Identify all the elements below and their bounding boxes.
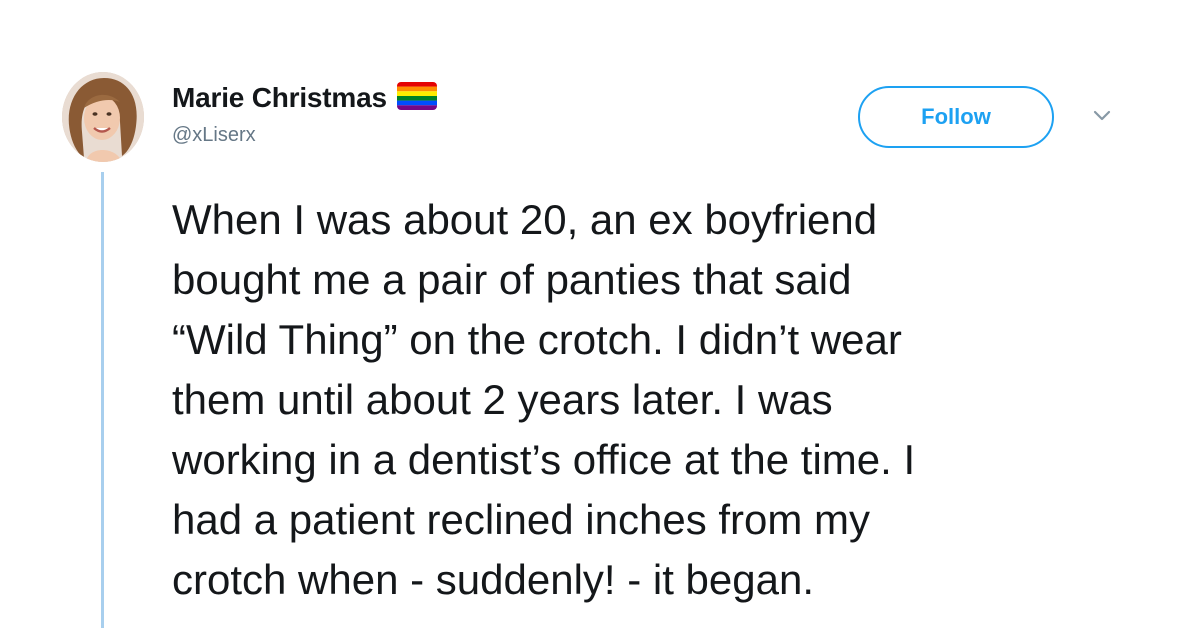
tweet-text-line: working in a dentist’s office at the tim… (172, 436, 916, 483)
thread-line (101, 172, 104, 628)
tweet-text-line: crotch when - suddenly! - it began. (172, 556, 815, 603)
rainbow-flag-icon (396, 82, 437, 110)
chevron-down-icon[interactable] (1090, 106, 1114, 126)
tweet-card: Marie Christmas @xLiserx Follow When I w… (0, 0, 1200, 628)
author-name-row: Marie Christmas (172, 78, 437, 118)
tweet-text: When I was about 20, an ex boyfriend bou… (172, 190, 1182, 610)
author-handle[interactable]: @xLiserx (172, 124, 256, 147)
display-name[interactable]: Marie Christmas (172, 82, 387, 114)
tweet-text-line: When I was about 20, an ex boyfriend (172, 196, 878, 243)
tweet-text-line: them until about 2 years later. I was (172, 376, 833, 423)
follow-button[interactable]: Follow (858, 86, 1054, 148)
tweet-text-line: bought me a pair of panties that said (172, 256, 852, 303)
profile-photo-icon (62, 72, 144, 162)
avatar[interactable] (62, 72, 144, 162)
tweet-text-line: “Wild Thing” on the crotch. I didn’t wea… (172, 316, 902, 363)
tweet-text-line: had a patient reclined inches from my (172, 496, 871, 543)
